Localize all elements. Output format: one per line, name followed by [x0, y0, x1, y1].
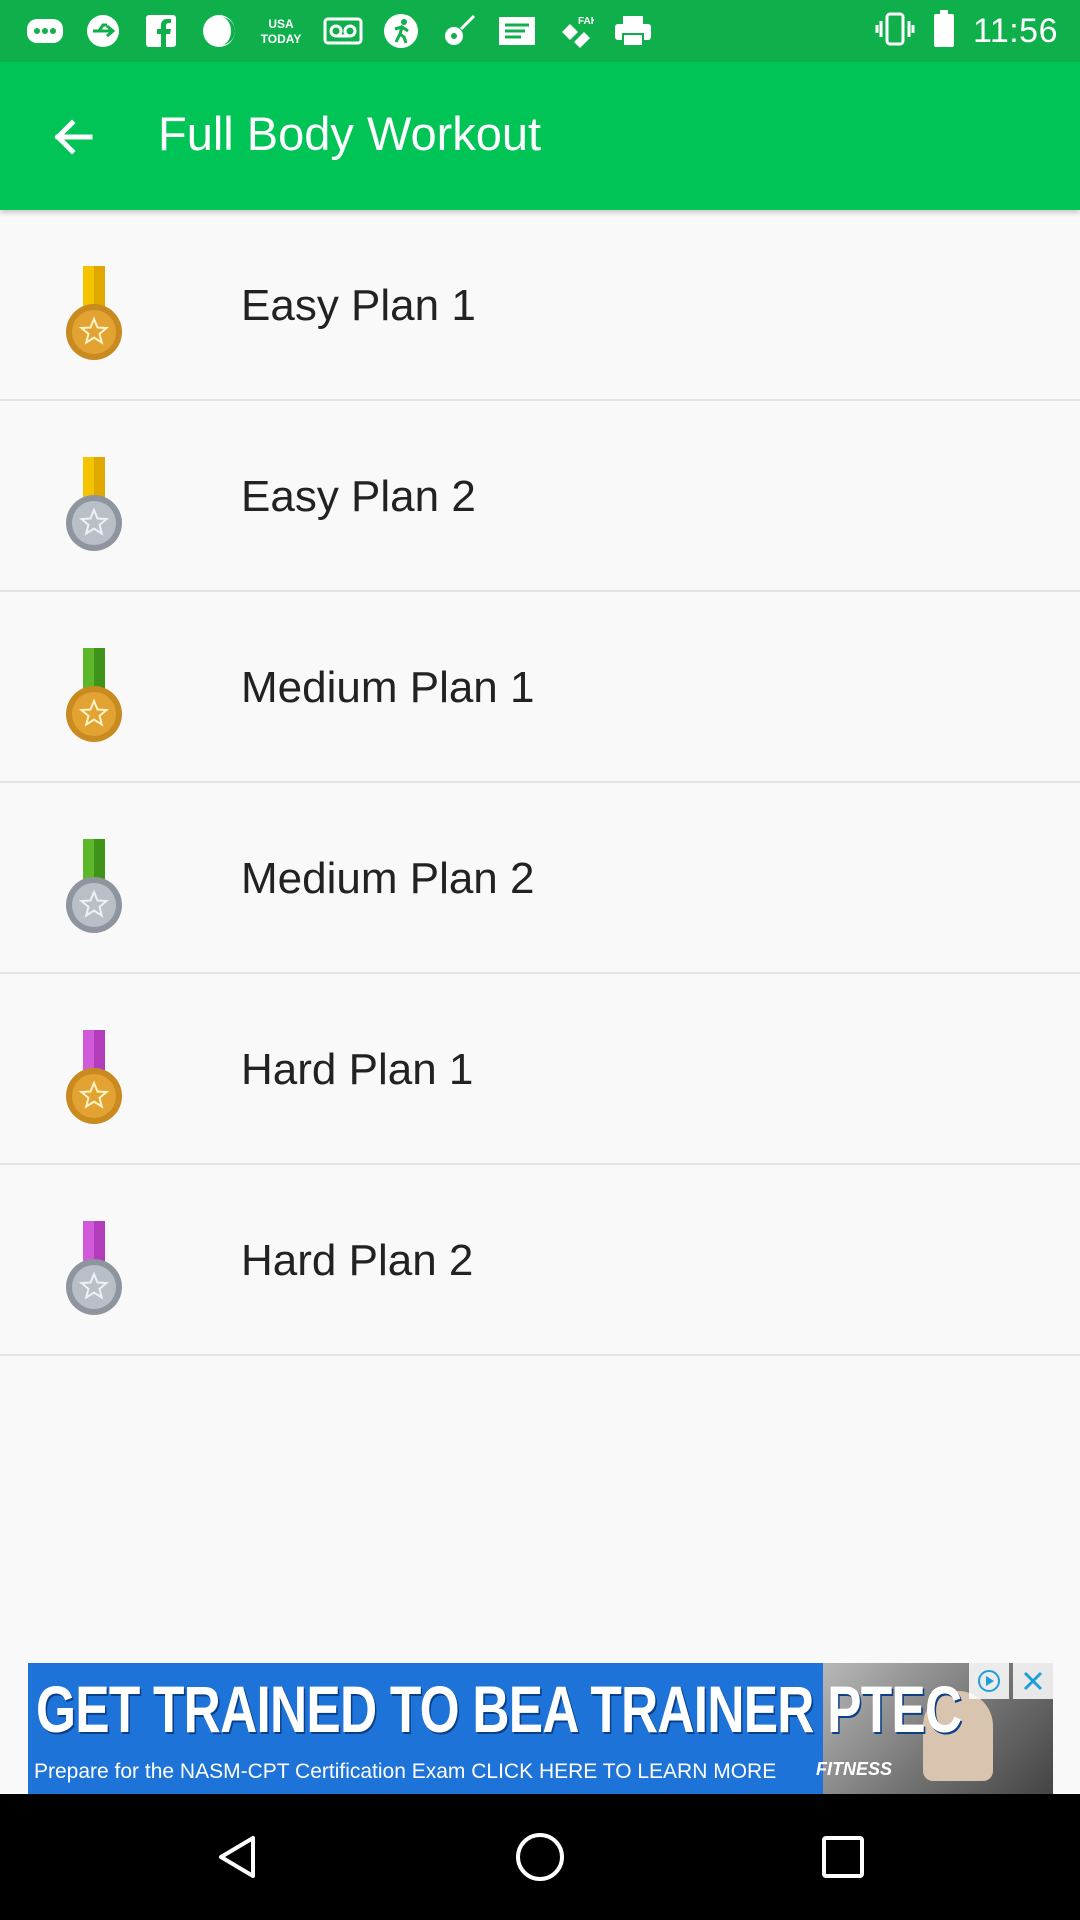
circle-home-icon: [516, 1833, 564, 1881]
medal-icon: [66, 648, 122, 742]
ad-choices-icon[interactable]: [969, 1663, 1009, 1699]
message-icon: [496, 13, 538, 49]
back-button[interactable]: [38, 102, 108, 172]
plan-list-item[interactable]: Hard Plan 1: [0, 974, 1080, 1165]
medal-icon: [66, 1221, 122, 1315]
plan-list-item[interactable]: Easy Plan 1: [0, 210, 1080, 401]
run-icon: [380, 13, 422, 49]
plan-list-item[interactable]: Hard Plan 2: [0, 1165, 1080, 1356]
notification-icons: USATODAY FAKE: [24, 10, 654, 52]
nav-recents-button[interactable]: [808, 1822, 878, 1892]
plan-label: Medium Plan 2: [241, 853, 535, 903]
voicemail-icon: [322, 13, 364, 49]
arrow-back-icon: [54, 119, 93, 155]
page-title: Full Body Workout: [158, 107, 542, 160]
square-recents-icon: [822, 1836, 864, 1878]
svg-text:FAKE: FAKE: [578, 16, 594, 27]
nav-home-button[interactable]: [505, 1822, 575, 1892]
clock: 11:56: [972, 11, 1058, 50]
plan-label: Easy Plan 1: [241, 280, 476, 330]
medal-icon: [66, 266, 122, 360]
plan-list: Easy Plan 1 Easy Plan 2 Medium Plan 1 Mediu…: [0, 210, 1080, 1356]
system-nav-bar: [0, 1794, 1080, 1920]
usa-today-icon: USA TODAY: [256, 13, 306, 49]
plan-list-item[interactable]: Medium Plan 1: [0, 592, 1080, 783]
status-bar: USATODAY FAKE 11:56: [0, 0, 1080, 62]
plan-label: Easy Plan 2: [241, 471, 476, 521]
battery-icon: [933, 9, 955, 53]
ad-subline: Prepare for the NASM-CPT Certification E…: [34, 1760, 777, 1783]
plan-label: Medium Plan 1: [241, 662, 535, 712]
ad-headline: GET TRAINED TO BEA TRAINER PTEC: [36, 1672, 962, 1746]
guitar-icon: [438, 13, 480, 49]
plan-list-item[interactable]: Easy Plan 2: [0, 401, 1080, 592]
ad-close-icon[interactable]: [1013, 1663, 1053, 1699]
app-bar: Full Body Workout: [0, 62, 1080, 210]
print-icon: [612, 13, 654, 49]
plan-list-item[interactable]: Medium Plan 2: [0, 783, 1080, 974]
ad-banner[interactable]: GET TRAINED TO BEA TRAINER PTEC FITNESS …: [28, 1663, 1053, 1794]
facebook-icon: [140, 13, 182, 49]
medal-icon: [66, 457, 122, 551]
ad-brand: FITNESS: [816, 1759, 893, 1779]
svg-text:USA: USA: [268, 17, 294, 31]
nav-back-button[interactable]: [203, 1822, 273, 1892]
plan-label: Hard Plan 2: [241, 1235, 474, 1285]
svg-text:TODAY: TODAY: [261, 32, 302, 46]
plan-label: Hard Plan 1: [241, 1044, 474, 1094]
system-status: 11:56: [875, 9, 1058, 53]
medal-icon: [66, 1030, 122, 1124]
vibrate-icon: [875, 11, 915, 52]
moon-icon: [198, 13, 240, 49]
medal-icon: [66, 839, 122, 933]
chat-icon: [24, 13, 66, 49]
triangle-back-icon: [219, 1836, 255, 1878]
usb-icon: [82, 13, 124, 49]
fake-gps-icon: FAKE: [554, 13, 596, 49]
